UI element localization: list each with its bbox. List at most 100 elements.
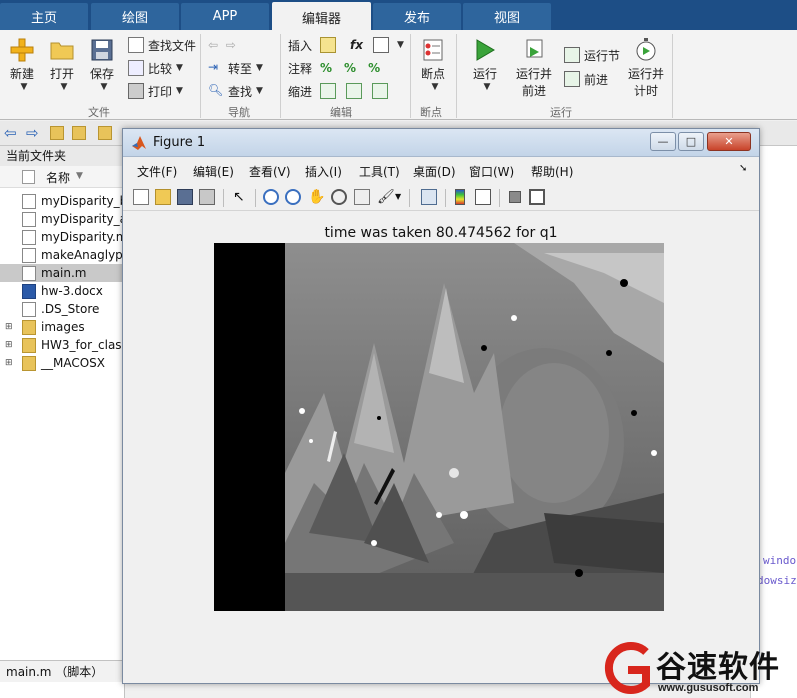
dock-arrow-icon[interactable]: ➘ — [739, 163, 747, 174]
menu-desktop[interactable]: 桌面(D) — [413, 163, 456, 180]
print-dropdown-icon[interactable]: ▼ — [176, 86, 183, 96]
rotate-3d-icon[interactable] — [331, 189, 347, 205]
back-arrow-icon[interactable]: ⇦ — [208, 38, 218, 52]
breakpoints-button[interactable]: 断点 ▼ — [418, 38, 448, 92]
cell-icon[interactable] — [372, 37, 389, 53]
minimize-button[interactable]: — — [650, 132, 676, 151]
expand-icon[interactable]: ⊞ — [5, 358, 13, 368]
open-dropdown-icon[interactable]: ▼ — [61, 82, 68, 92]
pointer-icon[interactable]: ↖ — [233, 189, 249, 205]
data-cursor-icon[interactable] — [354, 189, 370, 205]
zoom-out-icon[interactable] — [285, 189, 301, 205]
run-and-time-button[interactable]: 运行并 计时 — [626, 38, 666, 99]
menu-tools[interactable]: 工具(T) — [359, 163, 400, 180]
up-folder-icon[interactable] — [50, 126, 64, 140]
run-dropdown-icon[interactable]: ▼ — [484, 82, 491, 92]
back-arrow-icon[interactable]: ⇦ — [4, 124, 17, 142]
tab-plots[interactable]: 绘图 — [91, 3, 179, 30]
forward-arrow-icon[interactable]: ⇨ — [26, 124, 39, 142]
file-name: makeAnaglyp — [41, 248, 123, 262]
zoom-in-icon[interactable] — [263, 189, 279, 205]
menu-file[interactable]: 文件(F) — [137, 163, 177, 180]
file-row[interactable]: myDisparity_a — [0, 210, 125, 228]
open-file-icon[interactable] — [155, 189, 171, 205]
figure-window[interactable]: Figure 1 — □ ✕ 文件(F) 编辑(E) 查看(V) 插入(I) 工… — [122, 128, 760, 684]
file-row[interactable]: myDisparity.m — [0, 228, 125, 246]
file-row[interactable]: main.m — [0, 264, 125, 282]
compare-dropdown-icon[interactable]: ▼ — [176, 63, 183, 73]
expand-icon[interactable]: ⊞ — [5, 322, 13, 332]
open-button[interactable]: 打开 ▼ — [48, 38, 76, 92]
fx-icon[interactable]: fx — [350, 38, 363, 52]
print-figure-icon[interactable] — [199, 189, 215, 205]
goto-dropdown-icon[interactable]: ▼ — [256, 63, 263, 73]
run-button[interactable]: 运行 ▼ — [470, 38, 500, 92]
advance-button[interactable]: 前进 — [564, 70, 608, 88]
file-row[interactable]: makeAnaglyp — [0, 246, 125, 264]
hide-plot-tools-icon[interactable] — [509, 191, 521, 203]
column-name-label[interactable]: 名称 — [46, 169, 70, 186]
file-row[interactable]: ⊞ images — [0, 318, 125, 336]
menu-insert[interactable]: 插入(I) — [305, 163, 342, 180]
show-plot-tools-icon[interactable] — [529, 189, 545, 205]
tab-home[interactable]: 主页 — [0, 3, 88, 30]
file-row[interactable]: hw-3.docx — [0, 282, 125, 300]
smart-indent-icon[interactable] — [320, 83, 337, 99]
print-button[interactable]: 打印 ▼ — [128, 82, 183, 100]
run-and-advance-button[interactable]: 运行并 前进 — [514, 38, 554, 99]
forward-arrow-icon[interactable]: ⇨ — [226, 38, 236, 52]
tab-view[interactable]: 视图 — [463, 3, 551, 30]
insert-dropdown-icon[interactable]: ▼ — [397, 40, 404, 50]
menu-edit[interactable]: 编辑(E) — [193, 163, 234, 180]
insert-button[interactable]: 插入 fx ▼ — [288, 36, 404, 54]
save-figure-icon[interactable] — [177, 189, 193, 205]
pan-hand-icon[interactable]: ✋ — [308, 189, 325, 205]
menu-window[interactable]: 窗口(W) — [469, 163, 514, 180]
file-name: .DS_Store — [41, 302, 100, 316]
save-dropdown-icon[interactable]: ▼ — [101, 82, 108, 92]
find-button[interactable]: 🔍︎ 查找 ▼ — [208, 82, 263, 100]
new-dropdown-icon[interactable]: ▼ — [21, 82, 28, 92]
breakpoints-dropdown-icon[interactable]: ▼ — [432, 82, 439, 92]
browse-folder-icon[interactable] — [72, 126, 86, 140]
menu-help[interactable]: 帮助(H) — [531, 163, 573, 180]
file-row[interactable]: myDisparity_b — [0, 192, 125, 210]
file-row[interactable]: ⊞ __MACOSX — [0, 354, 125, 372]
maximize-button[interactable]: □ — [678, 132, 704, 151]
save-button[interactable]: 保存 ▼ — [88, 38, 116, 92]
file-row[interactable]: ⊞ HW3_for_class — [0, 336, 125, 354]
increase-indent-icon[interactable] — [346, 83, 363, 99]
new-button[interactable]: 新建 ▼ — [8, 38, 36, 92]
file-details-status: main.m （脚本） — [0, 660, 125, 682]
tab-editor[interactable]: 编辑器 — [272, 2, 371, 32]
percent-icon[interactable]: % — [320, 61, 332, 75]
disparity-image[interactable] — [214, 243, 664, 611]
colorbar-icon[interactable] — [455, 189, 465, 205]
word-doc-icon — [22, 283, 36, 299]
find-files-button[interactable]: 查找文件 — [128, 36, 196, 54]
divider — [456, 34, 457, 118]
compare-button[interactable]: 比较 ▼ — [128, 59, 183, 77]
figure-titlebar[interactable]: Figure 1 — □ ✕ — [123, 129, 759, 157]
link-plot-icon[interactable] — [421, 189, 437, 205]
close-button[interactable]: ✕ — [707, 132, 751, 151]
new-figure-icon[interactable] — [133, 189, 149, 205]
comment-button[interactable]: 注释 % % % — [288, 59, 380, 77]
column-header[interactable]: 名称 ▼ — [0, 166, 125, 188]
tab-publish[interactable]: 发布 — [373, 3, 461, 30]
tab-apps[interactable]: APP — [181, 3, 269, 30]
expand-icon[interactable]: ⊞ — [5, 340, 13, 350]
sort-down-icon[interactable]: ▼ — [76, 171, 83, 181]
indent-button[interactable]: 缩进 — [288, 82, 392, 100]
menu-view[interactable]: 查看(V) — [249, 163, 291, 180]
file-row[interactable]: .DS_Store — [0, 300, 125, 318]
uncomment-icon[interactable]: % — [344, 61, 356, 75]
legend-icon[interactable] — [475, 189, 491, 205]
find-dropdown-icon[interactable]: ▼ — [256, 86, 263, 96]
wrap-comment-icon[interactable]: % — [368, 61, 380, 75]
back-forward-buttons[interactable]: ⇦ ⇨ — [208, 36, 236, 54]
decrease-indent-icon[interactable] — [372, 83, 389, 99]
brush-icon[interactable]: 🖌︎ — [377, 189, 395, 205]
goto-button[interactable]: ⇥ 转至 ▼ — [208, 59, 263, 77]
run-section-button[interactable]: 运行节 — [564, 46, 620, 64]
